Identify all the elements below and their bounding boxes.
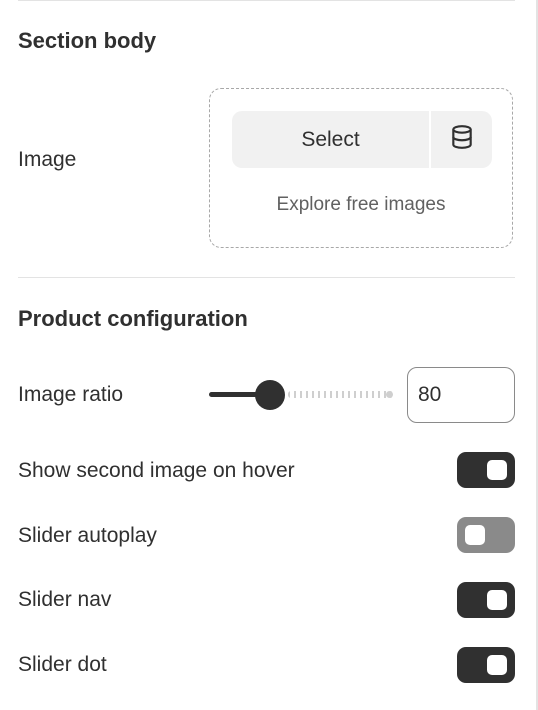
image-ratio-label: Image ratio bbox=[18, 383, 124, 406]
section-divider bbox=[18, 277, 515, 278]
section-body-heading: Section body bbox=[18, 28, 157, 53]
image-select-group: Select bbox=[232, 111, 492, 168]
toggle-label-nav: Slider nav bbox=[18, 588, 112, 611]
slider-track bbox=[288, 391, 393, 398]
database-icon bbox=[449, 124, 475, 155]
image-dropzone[interactable]: Select Explore free images bbox=[209, 88, 513, 248]
image-ratio-slider[interactable] bbox=[209, 380, 393, 410]
image-ratio-input[interactable] bbox=[407, 367, 515, 423]
select-image-button[interactable]: Select bbox=[232, 111, 431, 168]
toggle-label-dot: Slider dot bbox=[18, 653, 107, 676]
top-divider bbox=[18, 0, 515, 1]
slider-autoplay-toggle[interactable] bbox=[457, 517, 515, 553]
toggle-knob bbox=[487, 655, 507, 675]
product-configuration-heading: Product configuration bbox=[18, 306, 248, 331]
slider-nav-toggle[interactable] bbox=[457, 582, 515, 618]
second-image-hover-toggle[interactable] bbox=[457, 452, 515, 488]
settings-panel: Section body Image Select Explore free i… bbox=[0, 0, 538, 710]
toggle-label-autoplay: Slider autoplay bbox=[18, 524, 157, 547]
toggle-knob bbox=[487, 590, 507, 610]
slider-dot-toggle[interactable] bbox=[457, 647, 515, 683]
slider-track-end bbox=[386, 391, 393, 398]
toggle-label-second-image: Show second image on hover bbox=[18, 459, 295, 482]
toggle-knob bbox=[487, 460, 507, 480]
explore-free-images-link[interactable]: Explore free images bbox=[210, 194, 512, 216]
image-library-button[interactable] bbox=[431, 111, 492, 168]
image-label: Image bbox=[18, 148, 77, 171]
toggle-knob bbox=[465, 525, 485, 545]
slider-thumb[interactable] bbox=[255, 380, 285, 410]
